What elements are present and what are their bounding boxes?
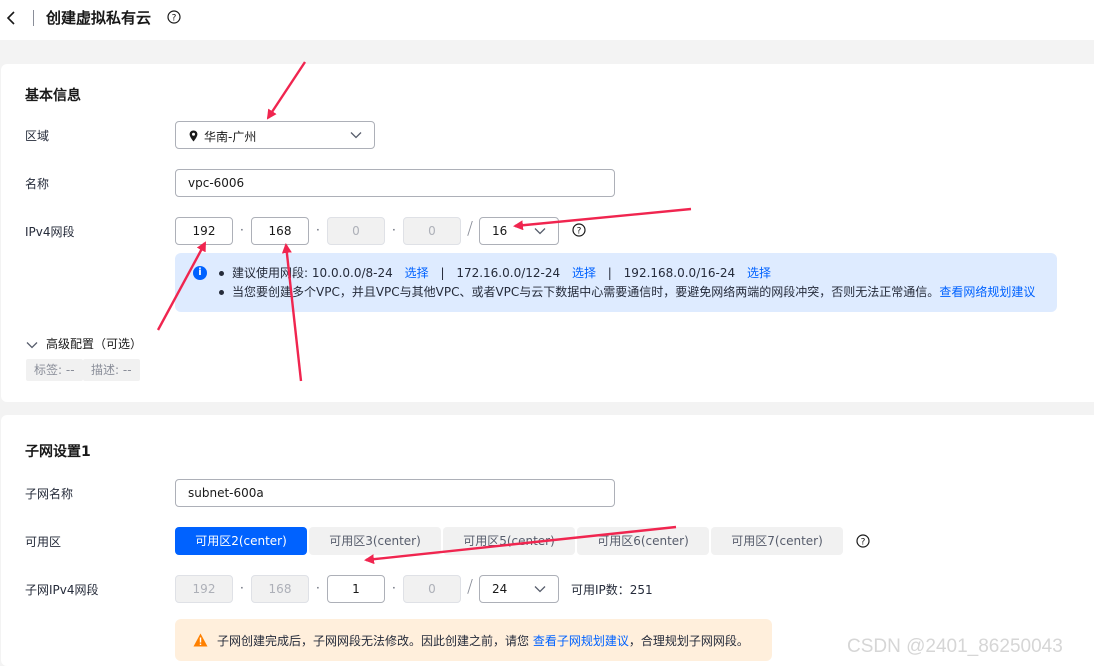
name-label: 名称 bbox=[25, 177, 50, 191]
vpc-octet-4-input: 0 bbox=[403, 217, 461, 245]
octet-dot: · bbox=[316, 223, 320, 237]
help-icon[interactable]: ? bbox=[572, 223, 586, 240]
select-range-1-link[interactable]: 选择 bbox=[405, 266, 429, 280]
section-title-subnet: 子网设置1 bbox=[25, 444, 91, 460]
subnet-octet-1-input: 192 bbox=[175, 575, 233, 603]
az-label: 可用区 bbox=[25, 535, 62, 549]
ipv4-label: IPv4网段 bbox=[25, 225, 75, 239]
page-title: 创建虚拟私有云 bbox=[46, 9, 152, 27]
subnet-octet-3-input[interactable]: 1 bbox=[327, 575, 385, 603]
vpc-mask-select[interactable]: 16 bbox=[479, 217, 559, 245]
vpc-octet-3-input: 0 bbox=[327, 217, 385, 245]
az-option-3[interactable]: 可用区3(center) bbox=[309, 527, 441, 555]
chevron-down-icon bbox=[26, 341, 38, 348]
region-label: 区域 bbox=[25, 129, 50, 143]
select-range-3-link[interactable]: 选择 bbox=[747, 266, 771, 280]
octet-dot: · bbox=[240, 581, 244, 595]
title-divider bbox=[33, 10, 34, 26]
vpc-mask-value: 16 bbox=[492, 224, 508, 238]
subnet-octet-2-input: 168 bbox=[251, 575, 309, 603]
region-select[interactable]: 华南-广州 bbox=[175, 121, 375, 149]
range-3-text: 192.168.0.0/16-24 bbox=[623, 266, 736, 280]
octet-dot: · bbox=[240, 223, 244, 237]
subnet-name-value: subnet-600a bbox=[188, 486, 264, 500]
watermark: CSDN @2401_86250043 bbox=[847, 636, 1063, 657]
subnet-name-input[interactable]: subnet-600a bbox=[175, 479, 615, 507]
network-planning-link[interactable]: 查看网络规划建议 bbox=[939, 285, 1035, 299]
back-arrow-icon[interactable] bbox=[4, 9, 18, 27]
az-option-2[interactable]: 可用区2(center) bbox=[175, 527, 307, 555]
help-icon[interactable]: ? bbox=[167, 10, 181, 27]
info-icon: i bbox=[193, 266, 207, 280]
subnet-card: 子网设置1 子网名称 subnet-600a 可用区 可用区2(center) … bbox=[1, 415, 1094, 666]
info-line-recommended: 建议使用网段: 10.0.0.0/8-24 选择 | 172.16.0.0/12… bbox=[219, 264, 771, 281]
svg-text:?: ? bbox=[861, 538, 866, 548]
vpc-name-input[interactable]: vpc-6006 bbox=[175, 169, 615, 197]
vpc-name-value: vpc-6006 bbox=[188, 176, 245, 190]
recommended-range-text: 建议使用网段: 10.0.0.0/8-24 bbox=[232, 266, 393, 280]
warning-icon bbox=[193, 633, 208, 647]
chevron-down-icon bbox=[534, 586, 546, 593]
subnet-warning-box: 子网创建完成后，子网网段无法修改。因此创建之前，请您 查看子网规划建议，合理规划… bbox=[175, 619, 772, 661]
octet-dot: · bbox=[392, 223, 396, 237]
region-value: 华南-广州 bbox=[204, 130, 257, 144]
info-line-conflict: 当您要创建多个VPC，并且VPC与其他VPC、或者VPC与云下数据中心需要通信时… bbox=[219, 283, 1035, 300]
help-icon[interactable]: ? bbox=[856, 534, 870, 551]
subnet-mask-select[interactable]: 24 bbox=[479, 575, 559, 603]
chevron-down-icon bbox=[534, 228, 546, 235]
subnet-name-label: 子网名称 bbox=[25, 487, 74, 501]
subnet-mask-value: 24 bbox=[492, 582, 508, 596]
az-option-6[interactable]: 可用区6(center) bbox=[577, 527, 709, 555]
octet-dot: · bbox=[392, 581, 396, 595]
top-bar: 创建虚拟私有云 ? bbox=[0, 0, 1094, 40]
mask-slash: / bbox=[467, 218, 474, 239]
svg-text:?: ? bbox=[577, 227, 582, 237]
vpc-octet-2-input[interactable]: 168 bbox=[251, 217, 309, 245]
section-title-basic: 基本信息 bbox=[25, 88, 81, 104]
az-option-5[interactable]: 可用区5(center) bbox=[443, 527, 575, 555]
octet-dot: · bbox=[316, 581, 320, 595]
advanced-config-label: 高级配置（可选） bbox=[46, 337, 143, 351]
ipv4-info-box: i 建议使用网段: 10.0.0.0/8-24 选择 | 172.16.0.0/… bbox=[175, 253, 1057, 312]
subnet-planning-link[interactable]: 查看子网规划建议 bbox=[533, 634, 629, 648]
location-pin-icon bbox=[189, 130, 198, 142]
description-chip: 描述: -- bbox=[83, 359, 140, 381]
svg-text:?: ? bbox=[172, 14, 177, 24]
warning-text: 子网创建完成后，子网网段无法修改。因此创建之前，请您 查看子网规划建议，合理规划… bbox=[217, 634, 749, 648]
basic-info-card: 基本信息 区域 华南-广州 名称 vpc-6006 IPv4网段 192 · 1… bbox=[1, 64, 1094, 402]
chevron-down-icon bbox=[350, 132, 362, 139]
subnet-octet-4-input: 0 bbox=[403, 575, 461, 603]
range-2-text: 172.16.0.0/12-24 bbox=[456, 266, 561, 280]
conflict-warning-text: 当您要创建多个VPC，并且VPC与其他VPC、或者VPC与云下数据中心需要通信时… bbox=[232, 285, 940, 299]
advanced-config-toggle[interactable]: 高级配置（可选） bbox=[26, 335, 142, 352]
vpc-octet-1-input[interactable]: 192 bbox=[175, 217, 233, 245]
az-option-7[interactable]: 可用区7(center) bbox=[711, 527, 843, 555]
mask-slash: / bbox=[467, 576, 474, 597]
tag-chip: 标签: -- bbox=[26, 359, 83, 381]
subnet-ipv4-label: 子网IPv4网段 bbox=[25, 583, 99, 597]
available-ip-count: 可用IP数：251 bbox=[571, 583, 653, 597]
select-range-2-link[interactable]: 选择 bbox=[572, 266, 596, 280]
